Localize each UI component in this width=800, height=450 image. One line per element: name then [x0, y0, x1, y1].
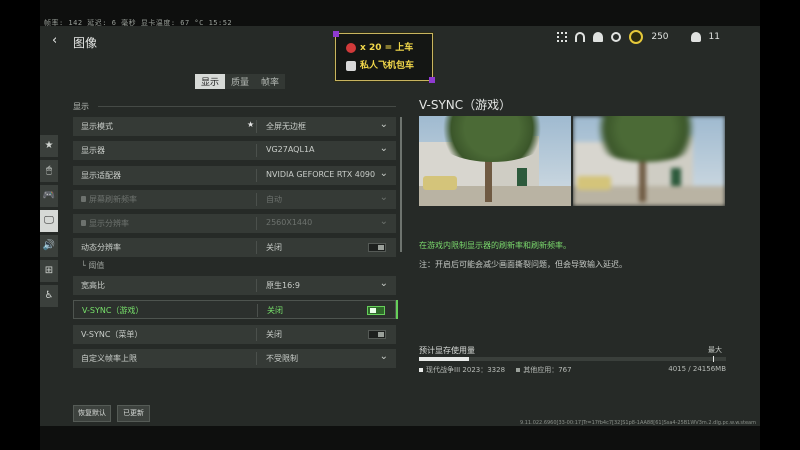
grid-icon[interactable] — [557, 32, 568, 42]
vsync-game-toggle[interactable] — [367, 306, 385, 316]
chevron-down-icon: ⌄ — [379, 216, 388, 228]
setting-dynamic-resolution[interactable]: 动态分辨率 关闭 — [73, 238, 396, 258]
vram-usage-bar — [419, 356, 726, 362]
row-divider — [256, 241, 257, 255]
restart-button[interactable]: 已更新 — [117, 405, 150, 422]
sidebar-item-accessibility[interactable]: ♿ — [40, 285, 58, 307]
vram-legend: 现代战争III 2023：3328 其他应用：767 — [419, 365, 572, 375]
section-title: 显示 — [73, 102, 89, 111]
setting-aspect-ratio[interactable]: 宽高比 原生16:9 ⌄ — [73, 276, 396, 296]
toggle-knob — [378, 331, 384, 337]
performance-stats: 帧率: 142 延迟: 6 毫秒 显卡温度: 67 °C 15:52 — [44, 19, 233, 27]
legend-swatch-other — [516, 368, 521, 372]
friends-count: 11 — [708, 32, 720, 42]
sidebar-item-controller[interactable]: 🎮 — [40, 185, 58, 207]
toggle-knob — [370, 308, 376, 314]
bottom-letterbox — [40, 426, 760, 450]
preview-image-sharp — [419, 116, 571, 206]
setting-description: 在游戏内限制显示器的刷新率和刷新频率。 — [419, 241, 571, 250]
top-hud: 250 11 — [557, 30, 720, 44]
preview-image-blurred — [573, 116, 725, 206]
sidebar-item-audio[interactable]: 🔊 — [40, 235, 58, 257]
promo-line-1: x 20 = 上车 — [346, 40, 413, 53]
selection-accent — [396, 300, 398, 320]
toggle-knob — [378, 245, 384, 251]
top-letterbox: 帧率: 142 延迟: 6 毫秒 显卡温度: 67 °C 15:52 — [40, 0, 760, 27]
vram-max-label: 最大 — [708, 346, 722, 354]
back-button[interactable]: ‹ — [52, 33, 57, 48]
chevron-down-icon: ⌄ — [379, 143, 388, 155]
setting-custom-frame-limit[interactable]: 自定义帧率上限 不受限制 ⌄ — [73, 348, 396, 368]
corner-decoration — [429, 77, 435, 83]
promo-line-2: 私人飞机包车 — [346, 58, 414, 71]
vram-usage-title: 预计显存使用量 — [419, 346, 475, 355]
row-divider — [256, 279, 257, 293]
chevron-down-icon: ⌄ — [379, 350, 388, 362]
lock-icon — [81, 195, 86, 202]
game-settings-screen: 帧率: 142 延迟: 6 毫秒 显卡温度: 67 °C 15:52 ‹ 图像 … — [40, 0, 760, 450]
setting-display-adapter[interactable]: 显示适配器 NVIDIA GEFORCE RTX 4090 ⌄ — [73, 165, 396, 185]
plane-icon — [346, 60, 356, 71]
bell-icon[interactable] — [593, 32, 604, 42]
vsync-menu-toggle[interactable] — [368, 329, 386, 339]
setting-vsync-game[interactable]: V-SYNC（游戏） 关闭 — [73, 300, 398, 320]
tab-display[interactable]: 显示 — [195, 74, 226, 89]
settings-tabs: 显示 质量 帧率 — [195, 74, 286, 89]
row-divider — [256, 168, 257, 182]
sidebar-item-favorites[interactable]: ★ — [40, 135, 58, 157]
sidebar-item-mouse[interactable]: 🖱 — [40, 160, 58, 182]
legend-swatch-game — [419, 368, 423, 372]
sidebar-item-graphics[interactable]: 🖵 — [40, 210, 58, 232]
section-divider — [98, 106, 396, 107]
chevron-down-icon: ⌄ — [379, 119, 388, 130]
coin-count: 250 — [651, 32, 669, 42]
page-title: 图像 — [73, 36, 98, 50]
setting-note: 注：开启后可能会减少画面撕裂问题，但会导致输入延迟。 — [419, 260, 627, 269]
vram-total: 4015 / 24156MB — [668, 365, 726, 373]
chevron-down-icon: ⌄ — [379, 167, 388, 179]
row-divider — [256, 351, 257, 365]
tab-framerate[interactable]: 帧率 — [255, 74, 285, 89]
row-divider — [257, 304, 258, 318]
build-info: 9.11.022.6960[33-00:17]Tr=17fb4c7[32]S1p… — [519, 420, 756, 426]
setting-display-mode[interactable]: 显示模式 ★ 全屏无边框 ⌄ — [73, 117, 396, 136]
setting-vsync-menu[interactable]: V-SYNC（菜单） 关闭 — [73, 324, 396, 344]
corner-decoration — [333, 31, 339, 37]
headset-icon[interactable] — [575, 32, 586, 42]
setting-refresh-rate: 屏幕刷新频率 自动 ⌄ — [73, 189, 396, 209]
coin-icon — [629, 30, 644, 44]
vram-max-marker — [713, 356, 714, 362]
favorite-star-icon[interactable]: ★ — [247, 120, 254, 129]
row-divider — [256, 217, 257, 231]
chevron-down-icon: ⌄ — [379, 191, 388, 203]
gear-icon[interactable] — [611, 32, 622, 42]
settings-list: 显示模式 ★ 全屏无边框 ⌄ 显示器 VG27AQL1A ⌄ 显示适配器 NVI… — [73, 117, 398, 373]
settings-scrollbar[interactable] — [400, 117, 402, 252]
sidebar-item-interface[interactable]: ⊞ — [40, 260, 58, 282]
preview-title: V-SYNC（游戏） — [419, 98, 512, 112]
row-divider — [256, 120, 257, 133]
setting-dynamic-resolution-threshold: └ 阈值 — [81, 260, 105, 270]
tab-quality[interactable]: 质量 — [225, 74, 255, 89]
row-divider — [256, 144, 257, 158]
badge-icon — [346, 42, 356, 53]
row-divider — [256, 327, 257, 341]
category-sidebar: ★ 🖱 🎮 🖵 🔊 ⊞ ♿ — [40, 135, 58, 310]
setting-resolution: 显示分辨率 2560X1440 ⌄ — [73, 214, 396, 234]
friends-icon[interactable] — [690, 32, 701, 42]
dynamic-resolution-toggle[interactable] — [368, 243, 386, 253]
vram-usage-fill — [419, 357, 470, 361]
setting-monitor[interactable]: 显示器 VG27AQL1A ⌄ — [73, 141, 396, 161]
reset-defaults-button[interactable]: 恢复默认 — [73, 405, 111, 422]
lock-icon — [81, 220, 86, 227]
row-divider — [256, 192, 257, 206]
chevron-down-icon: ⌄ — [379, 278, 388, 290]
promo-banner[interactable]: x 20 = 上车 私人飞机包车 — [333, 31, 435, 83]
